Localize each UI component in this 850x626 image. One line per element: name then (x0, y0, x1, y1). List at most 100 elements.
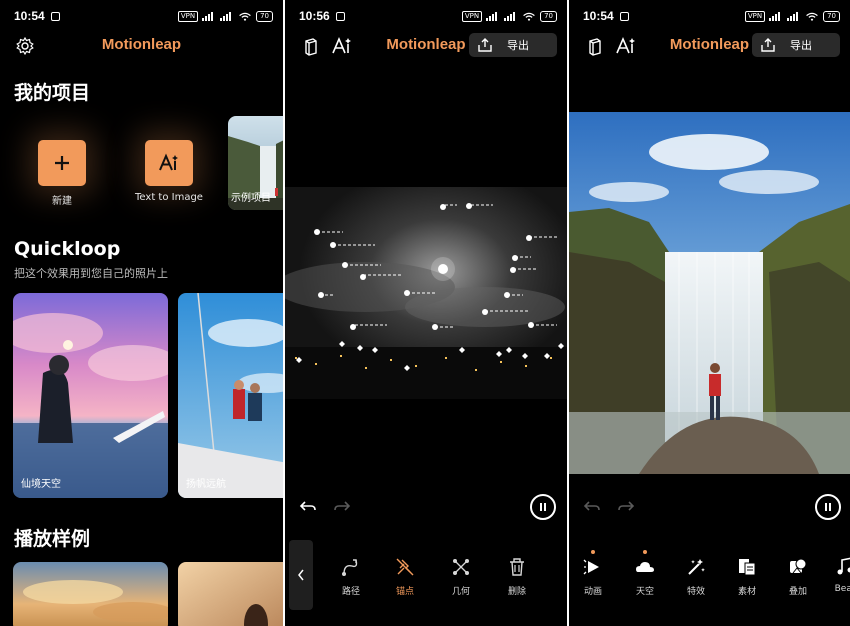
tool-animate-label: 动画 (583, 587, 602, 597)
export-label: 导出 (507, 39, 529, 52)
quickloop-card-set-sail[interactable]: 扬帆远航 (178, 293, 283, 498)
night-sky-canvas[interactable] (285, 187, 567, 399)
wifi-icon (239, 12, 251, 21)
overlay-icon (790, 558, 807, 574)
example-project-card[interactable]: 示例项目 (228, 116, 283, 210)
signal-icon (486, 11, 498, 21)
notification-icon (50, 11, 60, 21)
editor-toolbar: 动画 天空 特效 素材 叠加 Beat (569, 548, 850, 608)
animate-icon (583, 559, 599, 575)
new-project-button[interactable] (38, 140, 86, 186)
plus-icon (55, 156, 69, 170)
showcase-card-sunset[interactable] (13, 562, 168, 626)
quickloop-heading: Quickloop (14, 238, 121, 260)
vpn-badge: VPN (744, 10, 766, 22)
wifi-icon (523, 12, 535, 21)
tool-sky-label: 天空 (635, 587, 654, 597)
tool-beat-label: Beat (834, 584, 850, 594)
notification-icon (335, 11, 345, 21)
tool-animate[interactable]: 动画 (573, 550, 613, 597)
sky-icon (636, 562, 654, 572)
tool-elements-label: 素材 (737, 587, 756, 597)
battery-indicator: 70 (256, 10, 273, 22)
tool-anchor[interactable]: 锚点 (385, 556, 425, 597)
tool-delete-label: 删除 (507, 587, 526, 597)
signal-icon (202, 11, 214, 21)
tool-path-label: 路径 (341, 587, 360, 597)
editor-screen-waterfall: 10:54 VPN 70 Motionleap 导出 动画 天空 特效 素材 叠… (569, 0, 850, 626)
wifi-icon (806, 12, 818, 21)
tool-elements[interactable]: 素材 (727, 556, 767, 597)
signal-icon-2 (504, 11, 516, 21)
undo-icon[interactable] (299, 500, 317, 514)
new-feature-dot (591, 550, 595, 554)
my-projects-heading: 我的项目 (14, 82, 91, 104)
export-button[interactable]: 导出 (752, 33, 840, 57)
tool-effects-label: 特效 (686, 587, 705, 597)
quickloop-subtitle: 把这个效果用到您自己的照片上 (14, 267, 168, 280)
vpn-badge: VPN (177, 10, 199, 22)
pause-icon (540, 503, 546, 511)
vpn-badge: VPN (461, 10, 483, 22)
fairyland-sky-label: 仙境天空 (21, 479, 61, 490)
signal-icon-2 (787, 11, 799, 21)
sunset-thumbnail (13, 562, 168, 626)
waterfall-canvas[interactable] (569, 112, 850, 474)
showcase-card-portrait[interactable] (178, 562, 283, 626)
tool-effects[interactable]: 特效 (676, 556, 716, 597)
tool-geometry[interactable]: 几何 (441, 556, 481, 597)
set-sail-label: 扬帆远航 (186, 479, 226, 490)
pause-button[interactable] (815, 494, 841, 520)
elements-icon (739, 559, 756, 576)
status-time: 10:54 (583, 9, 614, 23)
fairyland-sky-thumbnail (13, 293, 168, 498)
geometry-icon (453, 559, 469, 575)
editor-screen-path: 10:56 VPN 70 Motionleap 导出 路径 锚点 几何 删除 (285, 0, 567, 626)
redo-icon[interactable] (333, 500, 351, 514)
editor-toolbar: 路径 锚点 几何 删除 (285, 548, 567, 608)
undo-icon[interactable] (583, 500, 601, 514)
export-button[interactable]: 导出 (469, 33, 557, 57)
new-project-label: 新建 (52, 196, 72, 207)
status-bar: 10:56 VPN 70 (285, 0, 567, 32)
pause-icon (825, 503, 831, 511)
text-to-image-button[interactable] (145, 140, 193, 186)
anchor-icon (396, 558, 414, 576)
pause-button[interactable] (530, 494, 556, 520)
redo-icon[interactable] (617, 500, 635, 514)
showcase-heading: 播放样例 (14, 528, 91, 550)
share-icon (761, 38, 775, 52)
app-title: Motionleap (101, 36, 182, 53)
tool-beat[interactable]: Beat (825, 556, 850, 594)
path-icon (342, 559, 358, 576)
share-icon (478, 38, 492, 52)
new-feature-dot (643, 550, 647, 554)
battery-indicator: 70 (823, 10, 840, 22)
battery-indicator: 70 (540, 10, 557, 22)
example-project-label: 示例项目 (231, 193, 271, 204)
signal-icon-2 (220, 11, 232, 21)
set-sail-thumbnail (178, 293, 283, 498)
home-screen: 10:54 VPN 70 Motionleap 我的项目 新建 Text to … (0, 0, 283, 626)
portrait-thumbnail (178, 562, 283, 626)
quickloop-card-fairyland-sky[interactable]: 仙境天空 (13, 293, 168, 498)
text-to-image-label: Text to Image (135, 192, 203, 203)
trash-icon (510, 558, 524, 576)
ai-text-icon (159, 153, 178, 171)
status-time: 10:56 (299, 9, 330, 23)
notification-icon (619, 11, 629, 21)
export-label: 导出 (790, 39, 812, 52)
status-time: 10:54 (14, 9, 45, 23)
tool-anchor-label: 锚点 (395, 587, 414, 597)
status-bar: 10:54 VPN 70 (569, 0, 850, 32)
tool-overlay-label: 叠加 (788, 587, 807, 597)
tool-geometry-label: 几何 (451, 587, 470, 597)
signal-icon (769, 11, 781, 21)
tool-path[interactable]: 路径 (331, 556, 371, 597)
tool-sky[interactable]: 天空 (625, 550, 665, 597)
tool-overlay[interactable]: 叠加 (778, 556, 818, 597)
effects-icon (688, 559, 705, 575)
tool-delete[interactable]: 删除 (497, 556, 537, 597)
status-bar: 10:54 VPN 70 (0, 0, 283, 32)
music-icon (837, 557, 850, 575)
